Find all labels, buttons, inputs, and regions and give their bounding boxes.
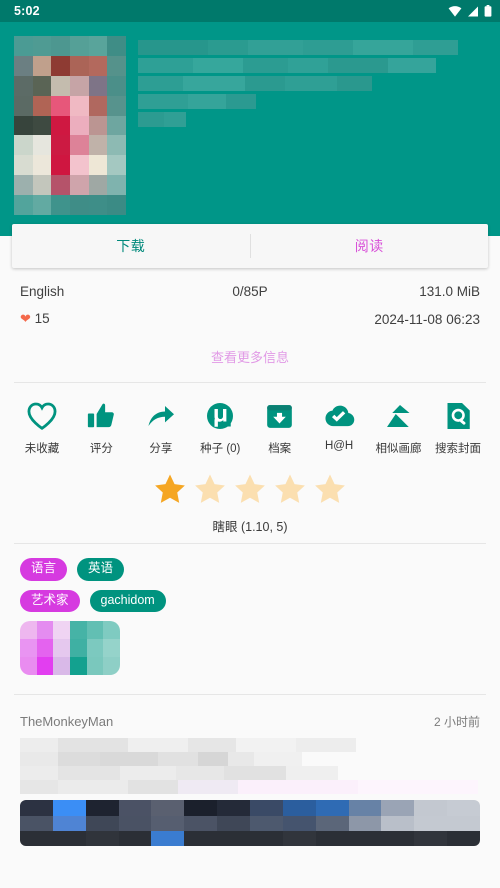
signal-icon <box>468 6 478 16</box>
action-rate[interactable]: 评分 <box>73 399 129 456</box>
action-search-cover-label: 搜索封面 <box>434 443 481 455</box>
read-button[interactable]: 阅读 <box>251 224 489 268</box>
gallery-info: English 0/85P 131.0 MiB ❤ 15 2024-11-08 … <box>0 268 500 345</box>
tag-value[interactable]: gachidom <box>89 589 166 613</box>
star-4-empty[interactable] <box>273 472 307 506</box>
primary-action-card-wrapper: 下载 阅读 <box>0 224 500 268</box>
action-search-cover[interactable]: 搜索封面 <box>430 399 486 456</box>
more-info-link[interactable]: 查看更多信息 <box>0 345 500 382</box>
archive-download-icon <box>265 399 294 433</box>
cloud-check-icon <box>323 399 355 433</box>
action-torrent[interactable]: 种子 (0) <box>192 399 248 456</box>
thumbs-up-icon <box>86 399 116 433</box>
action-similar-gallery-label: 相似画廊 <box>375 443 422 455</box>
star-rating[interactable] <box>0 472 500 506</box>
status-bar-clock: 5:02 <box>14 4 40 18</box>
favorite-count: ❤ 15 <box>20 311 173 327</box>
action-similar-gallery[interactable]: 相似画廊 <box>371 399 427 456</box>
heart-icon: ❤ <box>20 311 31 326</box>
action-favorite-label: 未收藏 <box>24 443 60 455</box>
download-button[interactable]: 下载 <box>12 224 250 268</box>
primary-action-card: 下载 阅读 <box>12 224 488 268</box>
gallery-cover-thumbnail[interactable] <box>14 36 126 215</box>
tag-row: 艺术家 gachidom <box>20 589 480 613</box>
tag-namespace[interactable]: 语言 <box>20 558 68 581</box>
action-archive-label: 档案 <box>268 443 292 455</box>
action-share[interactable]: 分享 <box>133 399 189 456</box>
action-rate-label: 评分 <box>89 443 113 455</box>
language-value: English <box>20 284 65 299</box>
action-torrent-label: 种子 (0) <box>200 443 241 455</box>
star-1-filled[interactable] <box>153 472 187 506</box>
comment-author: TheMonkeyMan <box>20 714 114 730</box>
action-hath[interactable]: H@H <box>311 399 367 456</box>
battery-icon <box>484 5 492 17</box>
action-icon-strip: 未收藏 评分 分享 种子 (0) 档案 H@H 相似画廊 搜索封面 <box>0 383 500 466</box>
tag-list: 语言 英语 艺术家 gachidom <box>0 544 500 694</box>
pages-value: 0/85P <box>232 284 268 299</box>
star-2-empty[interactable] <box>193 472 227 506</box>
wifi-icon <box>448 5 462 17</box>
info-row-secondary: ❤ 15 2024-11-08 06:23 <box>20 311 480 327</box>
status-bar: 5:02 <box>0 0 500 22</box>
status-bar-icons <box>448 5 492 17</box>
share-icon <box>146 399 176 433</box>
comment-header: TheMonkeyMan 2 小时前 <box>20 713 480 730</box>
star-5-empty[interactable] <box>313 472 347 506</box>
gallery-header <box>0 22 500 236</box>
tag-value[interactable]: 英语 <box>77 558 125 581</box>
comment-time: 2 小时前 <box>433 715 480 730</box>
info-row-primary: English 0/85P 131.0 MiB <box>20 284 480 299</box>
size-value: 131.0 MiB <box>419 284 480 299</box>
similar-gallery-icon <box>384 399 414 433</box>
tag-row-blurred[interactable] <box>20 621 120 676</box>
star-3-empty[interactable] <box>233 472 267 506</box>
gallery-title-blurred <box>138 36 488 236</box>
comment-list: TheMonkeyMan 2 小时前 <box>0 695 500 847</box>
comment-image-blurred[interactable] <box>20 800 480 847</box>
favorite-count-value: 15 <box>34 311 50 326</box>
search-cover-icon <box>444 399 472 433</box>
torrent-icon <box>205 399 235 433</box>
tag-namespace[interactable]: 艺术家 <box>20 589 80 613</box>
gallery-info-section: English 0/85P 131.0 MiB ❤ 15 2024-11-08 … <box>0 268 500 382</box>
comment-item[interactable]: TheMonkeyMan 2 小时前 <box>20 713 480 847</box>
tag-row: 语言 英语 <box>20 558 480 581</box>
action-favorite[interactable]: 未收藏 <box>14 399 70 456</box>
comment-body-blurred <box>20 738 480 847</box>
action-hath-label: H@H <box>324 440 354 452</box>
rating-block: 瞎眼 (1.10, 5) <box>0 466 500 543</box>
posted-date: 2024-11-08 06:23 <box>374 311 480 327</box>
rating-label: 瞎眼 (1.10, 5) <box>212 520 288 534</box>
action-archive[interactable]: 档案 <box>252 399 308 456</box>
action-share-label: 分享 <box>149 443 173 455</box>
gallery-detail-screen: 5:02 下载 阅读 English 0/85P 131.0 MiB ❤ 15 … <box>0 0 500 888</box>
tag-row-censored <box>20 621 480 676</box>
heart-outline-icon <box>26 399 58 433</box>
